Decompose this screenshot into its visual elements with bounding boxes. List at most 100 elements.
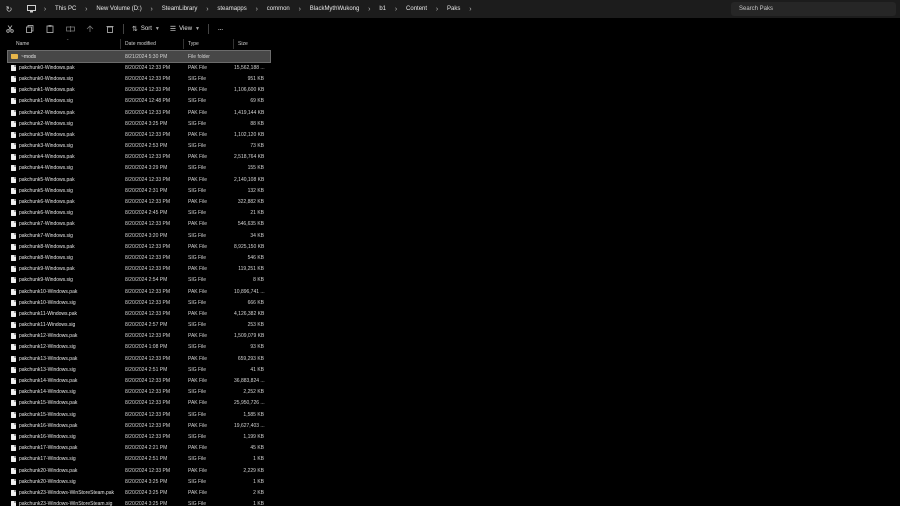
file-row[interactable]: pakchunk2-Windows.sig 8/20/2024 3:25 PM SI…: [8, 118, 270, 129]
refresh-icon[interactable]: ↻: [0, 0, 18, 18]
breadcrumb-item[interactable]: common: [262, 6, 295, 12]
file-date-modified: 8/20/2024 12:33 PM: [125, 299, 171, 306]
breadcrumb-item[interactable]: New Volume (D:): [91, 6, 146, 12]
file-row[interactable]: pakchunk14-Windows.pak 8/20/2024 12:33 PM…: [8, 375, 270, 386]
file-row[interactable]: pakchunk9-Windows.sig 8/20/2024 2:54 PM SI…: [8, 275, 270, 286]
chevron-right-icon[interactable]: ›: [432, 6, 442, 13]
chevron-right-icon[interactable]: ›: [40, 6, 50, 13]
chevron-right-icon[interactable]: ›: [252, 6, 262, 13]
chevron-right-icon[interactable]: ›: [81, 6, 91, 13]
file-row[interactable]: pakchunk4-Windows.pak 8/20/2024 12:33 PM P…: [8, 152, 270, 163]
column-header-name[interactable]: Name: [8, 39, 121, 49]
file-size: 2 KB: [253, 489, 264, 496]
file-row[interactable]: pakchunk0-Windows.sig 8/20/2024 12:33 PM S…: [8, 73, 270, 84]
file-row[interactable]: pakchunk3-Windows.sig 8/20/2024 2:53 PM SI…: [8, 141, 270, 152]
file-name: pakchunk13-Windows.pak: [19, 355, 78, 362]
file-row[interactable]: pakchunk0-Windows.pak 8/20/2024 12:33 PM P…: [8, 62, 270, 73]
column-header-size[interactable]: Size: [234, 39, 270, 49]
chevron-right-icon[interactable]: ›: [391, 6, 401, 13]
chevron-right-icon[interactable]: ›: [202, 6, 212, 13]
file-name: pakchunk2-Windows.pak: [19, 109, 75, 116]
file-icon: [11, 355, 16, 362]
file-row[interactable]: pakchunk8-Windows.pak 8/20/2024 12:33 PM P…: [8, 241, 270, 252]
file-list: ⌃ Name Date modified Type Size ~mods 8/21…: [7, 38, 271, 506]
file-row[interactable]: pakchunk3-Windows.pak 8/20/2024 12:33 PM P…: [8, 129, 270, 140]
file-size: 1,199 KB: [243, 433, 264, 440]
search-input[interactable]: Search Paks: [731, 2, 896, 16]
file-date-modified: 8/20/2024 12:33 PM: [125, 433, 171, 440]
cut-icon[interactable]: [0, 20, 20, 38]
file-row[interactable]: pakchunk10-Windows.sig 8/20/2024 12:33 PM…: [8, 297, 270, 308]
breadcrumb-item[interactable]: BlackMythWukong: [305, 6, 365, 12]
file-row[interactable]: pakchunk17-Windows.pak 8/20/2024 2:21 PM P…: [8, 443, 270, 454]
file-type: SIG File: [188, 187, 207, 194]
file-row[interactable]: pakchunk5-Windows.pak 8/20/2024 12:33 PM P…: [8, 174, 270, 185]
delete-icon[interactable]: [100, 20, 120, 38]
file-row[interactable]: pakchunk5-Windows.sig 8/20/2024 2:31 PM SI…: [8, 185, 270, 196]
breadcrumb-item[interactable]: b1: [374, 6, 391, 12]
file-row[interactable]: pakchunk16-Windows.pak 8/20/2024 12:33 PM…: [8, 420, 270, 431]
file-date-modified: 8/20/2024 2:21 PM: [125, 445, 168, 452]
file-row[interactable]: pakchunk23-Windows-WinStoreSteam.sig 8/20…: [8, 499, 270, 506]
file-row[interactable]: pakchunk17-Windows.sig 8/20/2024 2:51 PM S…: [8, 454, 270, 465]
file-row[interactable]: pakchunk15-Windows.sig 8/20/2024 12:33 PM…: [8, 409, 270, 420]
file-icon: [11, 456, 16, 463]
file-row[interactable]: pakchunk14-Windows.sig 8/20/2024 12:33 PM…: [8, 387, 270, 398]
copy-icon[interactable]: [20, 20, 40, 38]
file-icon: [11, 131, 16, 138]
file-row[interactable]: pakchunk13-Windows.pak 8/20/2024 12:33 PM…: [8, 353, 270, 364]
rename-icon[interactable]: [60, 20, 80, 38]
file-row[interactable]: pakchunk15-Windows.pak 8/20/2024 12:33 PM…: [8, 398, 270, 409]
file-name: pakchunk6-Windows.sig: [19, 210, 73, 217]
file-row[interactable]: pakchunk16-Windows.sig 8/20/2024 12:33 PM…: [8, 431, 270, 442]
breadcrumb-item[interactable]: This PC: [50, 6, 81, 12]
file-date-modified: 8/20/2024 2:31 PM: [125, 187, 168, 194]
file-row[interactable]: pakchunk1-Windows.pak 8/20/2024 12:33 PM P…: [8, 85, 270, 96]
toolbar-divider: [207, 24, 209, 34]
file-row[interactable]: pakchunk7-Windows.sig 8/20/2024 3:20 PM SI…: [8, 230, 270, 241]
file-row[interactable]: pakchunk20-Windows.pak 8/20/2024 12:33 PM…: [8, 465, 270, 476]
breadcrumb-item[interactable]: Paks: [442, 6, 465, 12]
file-row[interactable]: pakchunk1-Windows.sig 8/20/2024 12:48 PM S…: [8, 96, 270, 107]
sort-button[interactable]: ⇅ Sort ▼: [127, 20, 165, 38]
file-name: pakchunk11-Windows.pak: [19, 310, 77, 317]
paste-icon[interactable]: [40, 20, 60, 38]
chevron-right-icon[interactable]: ›: [295, 6, 305, 13]
file-row[interactable]: pakchunk4-Windows.sig 8/20/2024 3:29 PM SI…: [8, 163, 270, 174]
breadcrumb-item[interactable]: SteamLibrary: [157, 6, 203, 12]
file-row[interactable]: pakchunk13-Windows.sig 8/20/2024 2:51 PM S…: [8, 364, 270, 375]
file-row[interactable]: pakchunk10-Windows.pak 8/20/2024 12:33 PM…: [8, 286, 270, 297]
file-row[interactable]: pakchunk6-Windows.sig 8/20/2024 2:45 PM SI…: [8, 208, 270, 219]
column-header-date-modified[interactable]: Date modified: [121, 39, 184, 49]
file-size: 1 KB: [253, 501, 264, 506]
file-icon: [11, 433, 16, 440]
file-size: 21 KB: [250, 210, 264, 217]
file-row[interactable]: pakchunk12-Windows.sig 8/20/2024 1:08 PM S…: [8, 342, 270, 353]
file-row[interactable]: pakchunk12-Windows.pak 8/20/2024 12:33 PM…: [8, 331, 270, 342]
view-button[interactable]: ☰ View ▼: [165, 20, 205, 38]
file-row[interactable]: pakchunk20-Windows.sig 8/20/2024 3:25 PM S…: [8, 476, 270, 487]
file-row[interactable]: pakchunk7-Windows.pak 8/20/2024 12:33 PM P…: [8, 219, 270, 230]
file-row[interactable]: pakchunk11-Windows.sig 8/20/2024 2:57 PM S…: [8, 320, 270, 331]
file-size: 10,896,741 ...: [234, 288, 265, 295]
breadcrumb-item[interactable]: Content: [401, 6, 432, 12]
column-header-type[interactable]: Type: [184, 39, 234, 49]
file-row[interactable]: pakchunk6-Windows.pak 8/20/2024 12:33 PM P…: [8, 196, 270, 207]
file-row[interactable]: pakchunk9-Windows.pak 8/20/2024 12:33 PM P…: [8, 264, 270, 275]
more-options-button[interactable]: ···: [212, 25, 228, 34]
computer-icon[interactable]: [22, 0, 40, 18]
file-row[interactable]: pakchunk23-Windows-WinStoreSteam.pak 8/20…: [8, 487, 270, 498]
chevron-right-icon[interactable]: ›: [364, 6, 374, 13]
breadcrumb-item[interactable]: steamapps: [212, 6, 251, 12]
share-icon[interactable]: [80, 20, 100, 38]
file-row[interactable]: pakchunk11-Windows.pak 8/20/2024 12:33 PM…: [8, 308, 270, 319]
file-size: 951 KB: [247, 75, 264, 82]
file-row[interactable]: pakchunk2-Windows.pak 8/20/2024 12:33 PM P…: [8, 107, 270, 118]
file-row[interactable]: pakchunk8-Windows.sig 8/20/2024 12:33 PM S…: [8, 252, 270, 263]
chevron-right-icon[interactable]: ›: [465, 6, 475, 13]
folder-row[interactable]: ~mods 8/21/2024 5:30 PM File folder: [7, 49, 271, 64]
file-name: pakchunk14-Windows.sig: [19, 389, 76, 396]
chevron-right-icon[interactable]: ›: [147, 6, 157, 13]
file-size: 2,252 KB: [243, 389, 264, 396]
file-name-cell: pakchunk9-Windows.pak: [8, 266, 121, 273]
